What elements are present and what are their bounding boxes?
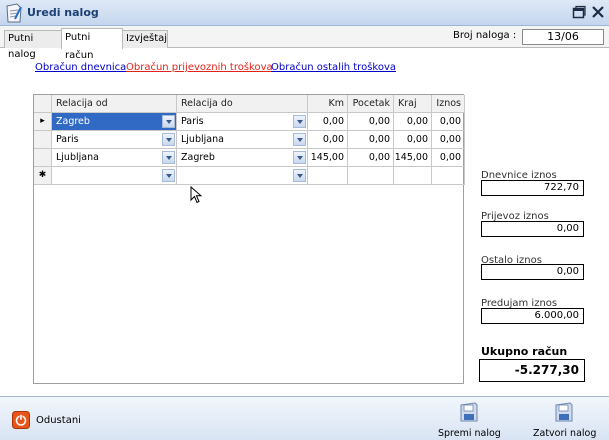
floppy-disk-icon: [460, 402, 478, 422]
cell-relacija-do[interactable]: Zagreb: [177, 149, 308, 167]
ukupno-racun-field: -5.277,30: [479, 359, 585, 382]
cell-relacija-od-new[interactable]: [52, 167, 177, 185]
chevron-down-icon[interactable]: [293, 115, 306, 128]
cell-iznos-new[interactable]: [432, 167, 465, 185]
cell-text: Paris: [56, 134, 79, 145]
tab-strip: Putni nalog Putni račun Izvještaj: [0, 26, 609, 61]
cancel-button-label: Odustani: [36, 415, 81, 426]
chevron-down-icon[interactable]: [293, 169, 306, 182]
cell-iznos[interactable]: 0,00: [432, 131, 465, 149]
cell-iznos[interactable]: 0,00: [432, 149, 465, 167]
tab-label: Izvještaj: [126, 33, 168, 44]
tab-label: Putni račun: [65, 32, 94, 61]
cell-iznos[interactable]: 0,00: [432, 113, 465, 131]
cell-relacija-do[interactable]: Ljubljana: [177, 131, 308, 149]
dnevnice-iznos-field[interactable]: 722,70: [481, 180, 584, 196]
cell-relacija-od[interactable]: Zagreb: [52, 113, 177, 131]
power-icon: [12, 411, 30, 429]
footer-toolbar: Odustani Spremi nalog Zatvori nalog: [0, 396, 609, 440]
cell-km-new[interactable]: [308, 167, 348, 185]
link-obracun-ostalih-troskova[interactable]: Obračun ostalih troškova: [271, 62, 396, 73]
grid-corner: [34, 95, 52, 113]
cell-pocetak[interactable]: 0,00: [348, 131, 394, 149]
cell-relacija-od[interactable]: Ljubljana: [52, 149, 177, 167]
cell-pocetak[interactable]: 0,00: [348, 113, 394, 131]
row-indicator-current[interactable]: ▸: [34, 113, 52, 131]
broj-naloga-field[interactable]: 13/06: [522, 29, 604, 45]
cell-kraj[interactable]: 0,00: [394, 131, 432, 149]
chevron-down-icon[interactable]: [162, 169, 175, 182]
col-header-relacija-do[interactable]: Relacija do: [177, 95, 308, 113]
save-close-button[interactable]: Zatvori nalog: [533, 399, 597, 439]
link-obracun-prijevoznih-troskova[interactable]: Obračun prijevoznih troškova: [126, 62, 273, 73]
cell-kraj-new[interactable]: [394, 167, 432, 185]
tab-putni-racun[interactable]: Putni račun: [61, 28, 123, 61]
save-close-button-label: Zatvori nalog: [533, 428, 597, 439]
chevron-down-icon[interactable]: [162, 115, 175, 128]
chevron-down-icon[interactable]: [293, 133, 306, 146]
cell-text: Zagreb: [56, 116, 90, 127]
prijevoz-iznos-field[interactable]: 0,00: [481, 221, 584, 237]
window-title: Uredi nalog: [27, 6, 99, 19]
cell-text: Zagreb: [181, 152, 215, 163]
tab-putni-nalog[interactable]: Putni nalog: [4, 30, 62, 60]
document-icon: [6, 3, 22, 23]
row-indicator[interactable]: [34, 149, 52, 167]
link-obracun-dnevnica[interactable]: Obračun dnevnica: [35, 62, 126, 73]
relacije-grid[interactable]: Relacija od Relacija do Km Pocetak Kraj …: [33, 94, 465, 384]
col-header-kraj[interactable]: Kraj: [394, 95, 432, 113]
ostalo-iznos-field[interactable]: 0,00: [481, 264, 584, 280]
restore-icon[interactable]: [572, 5, 586, 19]
col-header-km[interactable]: Km: [308, 95, 348, 113]
col-header-iznos[interactable]: Iznos: [432, 95, 465, 113]
cell-text: Ljubljana: [181, 134, 224, 145]
cell-km[interactable]: 0,00: [308, 113, 348, 131]
cell-kraj[interactable]: 0,00: [394, 113, 432, 131]
cell-km[interactable]: 0,00: [308, 131, 348, 149]
save-button[interactable]: Spremi nalog: [438, 399, 501, 439]
cell-kraj[interactable]: 145,00: [394, 149, 432, 167]
col-header-relacija-od[interactable]: Relacija od: [52, 95, 177, 113]
mouse-cursor-icon: [190, 186, 202, 204]
cell-pocetak-new[interactable]: [348, 167, 394, 185]
tab-label: Putni nalog: [8, 33, 36, 60]
cell-text: Paris: [181, 116, 204, 127]
chevron-down-icon[interactable]: [162, 151, 175, 164]
row-indicator[interactable]: [34, 131, 52, 149]
cell-pocetak[interactable]: 0,00: [348, 149, 394, 167]
cell-relacija-od[interactable]: Paris: [52, 131, 177, 149]
save-button-label: Spremi nalog: [438, 428, 501, 439]
ukupno-racun-label: Ukupno račun: [481, 345, 568, 358]
new-row-indicator[interactable]: ✱: [34, 167, 52, 185]
cell-relacija-do-new[interactable]: [177, 167, 308, 185]
tab-izvjestaj[interactable]: Izvještaj: [122, 30, 168, 48]
col-header-pocetak[interactable]: Pocetak: [348, 95, 394, 113]
chevron-down-icon[interactable]: [162, 133, 175, 146]
floppy-disk-icon: [555, 402, 573, 422]
close-icon[interactable]: [591, 5, 605, 19]
cell-relacija-do[interactable]: Paris: [177, 113, 308, 131]
title-bar[interactable]: Uredi nalog: [0, 0, 609, 26]
chevron-down-icon[interactable]: [293, 151, 306, 164]
cell-text: Ljubljana: [56, 152, 99, 163]
predujam-iznos-field[interactable]: 6.000,00: [481, 308, 584, 324]
broj-naloga-label: Broj naloga :: [453, 30, 517, 41]
cell-km[interactable]: 145,00: [308, 149, 348, 167]
